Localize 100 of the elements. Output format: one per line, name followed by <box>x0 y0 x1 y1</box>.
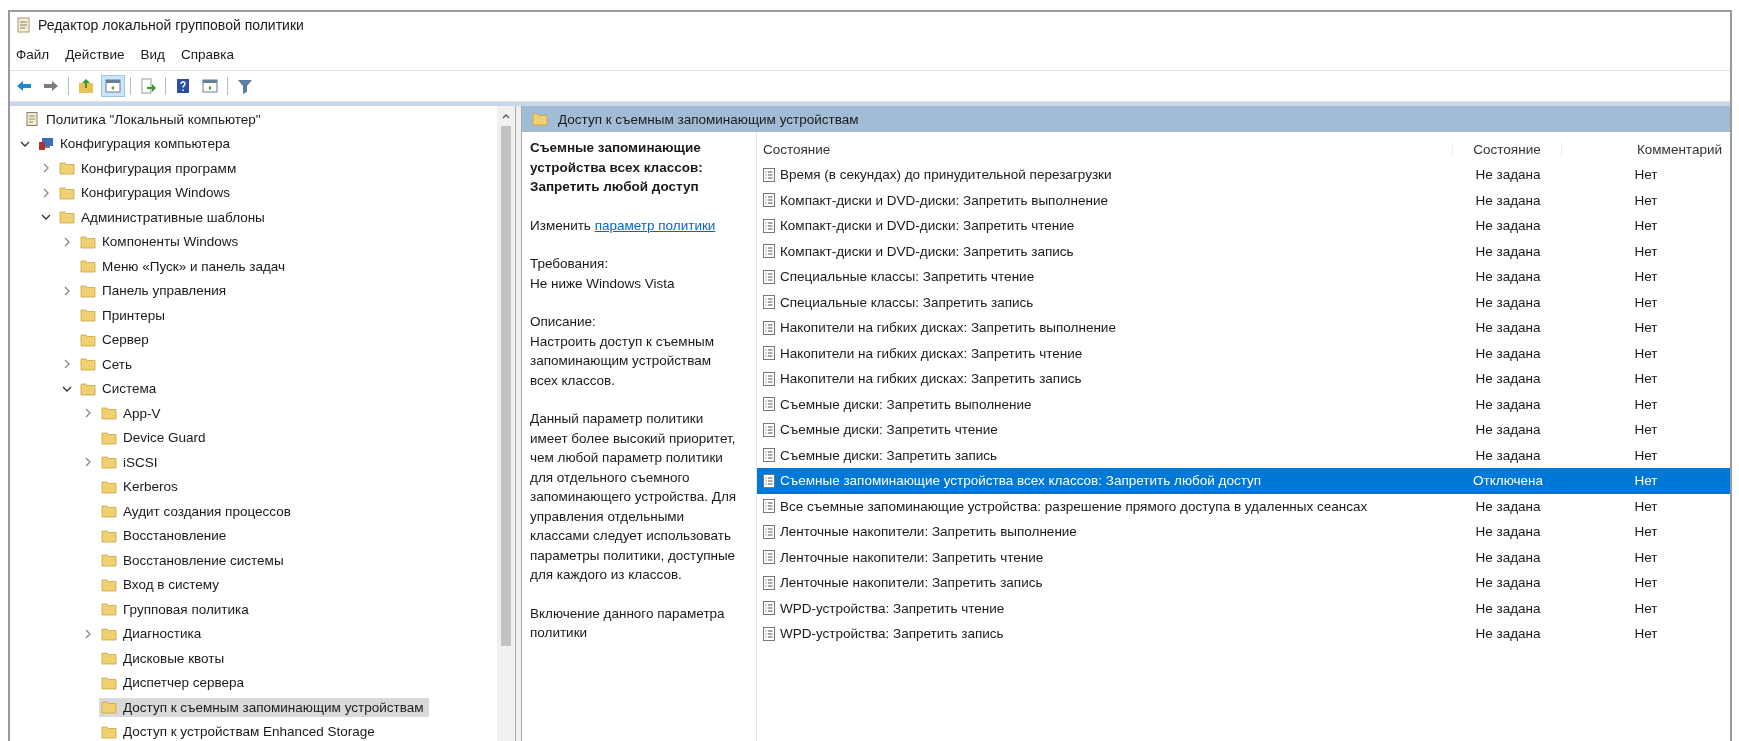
policy-row[interactable]: Специальные классы: Запретить чтение Не задана Нет <box>757 264 1730 290</box>
tree-item[interactable]: Device Guard <box>99 428 212 448</box>
menu-item[interactable]: Действие <box>65 46 125 62</box>
folder-icon <box>80 283 96 298</box>
policy-app-icon <box>16 17 32 33</box>
setting-icon <box>763 346 775 361</box>
tree-item[interactable]: Вход в систему <box>99 575 225 595</box>
policy-state: Не задана <box>1474 294 1542 310</box>
chevron-right-icon[interactable] <box>41 187 51 198</box>
policy-comment: Нет <box>1633 371 1659 387</box>
policy-comment: Нет <box>1633 498 1659 514</box>
tree-item[interactable]: Восстановление системы <box>99 550 290 570</box>
scrollbar-thumb[interactable] <box>501 126 511 646</box>
policy-state: Не задана <box>1474 320 1542 336</box>
chevron-right-icon[interactable] <box>83 457 93 468</box>
scrollbar[interactable] <box>497 106 515 741</box>
tree-item[interactable]: Восстановление <box>99 526 233 546</box>
policy-row[interactable]: Все съемные запоминающие устройства: разрешение прямого доступа в удаленных сеансах Не задана Нет <box>757 493 1730 519</box>
column-header[interactable]: Состояние <box>757 141 1452 157</box>
folder-icon <box>101 430 117 445</box>
policy-row[interactable]: Накопители на гибких дисках: Запретить запись Не задана Нет <box>757 366 1730 392</box>
policy-comment: Нет <box>1633 396 1659 412</box>
tree-item[interactable]: Доступ к съемным запоминающим устройствам <box>99 697 430 717</box>
policy-row[interactable]: Ленточные накопители: Запретить выполнение Не задана Нет <box>757 519 1730 545</box>
policy-row[interactable]: Компакт-диски и DVD-диски: Запретить запись Не задана Нет <box>757 238 1730 264</box>
show-tree-button[interactable] <box>101 75 125 97</box>
policy-row[interactable]: Специальные классы: Запретить запись Не задана Нет <box>757 289 1730 315</box>
tree-item[interactable]: Политика "Локальный компьютер" <box>22 109 267 129</box>
policy-name: Компакт-диски и DVD-диски: Запретить выполнение <box>780 192 1108 208</box>
tree-item[interactable]: Принтеры <box>78 305 171 325</box>
folder-icon <box>80 259 96 274</box>
tree-item[interactable]: Конфигурация Windows <box>57 183 237 203</box>
policy-name: Компакт-диски и DVD-диски: Запретить запись <box>780 243 1074 259</box>
policy-setting-link[interactable]: параметр политики <box>594 217 716 233</box>
folder-icon <box>101 651 117 666</box>
tree-item[interactable]: Конфигурация программ <box>57 158 243 178</box>
tree-item[interactable]: Сеть <box>78 354 139 374</box>
menu-item[interactable]: Файл <box>16 46 50 62</box>
policy-row[interactable]: Съемные диски: Запретить запись Не задана Нет <box>757 442 1730 468</box>
policy-state: Не задана <box>1474 626 1542 642</box>
folder-icon <box>80 357 96 372</box>
policy-state: Не задана <box>1474 549 1542 565</box>
chevron-right-icon[interactable] <box>41 163 51 174</box>
setting-icon <box>763 524 775 539</box>
policy-row[interactable]: Накопители на гибких дисках: Запретить чтение Не задана Нет <box>757 340 1730 366</box>
policy-state: Не задана <box>1474 447 1542 463</box>
policy-name: Время (в секундах) до принудительной перезагрузки <box>780 167 1112 183</box>
tree-item[interactable]: iSCSI <box>99 452 164 472</box>
folder-icon <box>101 577 117 592</box>
chevron-right-icon[interactable] <box>62 285 72 296</box>
policy-row[interactable]: WPD-устройства: Запретить чтение Не задана Нет <box>757 595 1730 621</box>
policy-comment: Нет <box>1633 626 1659 642</box>
policy-row[interactable]: Съемные диски: Запретить чтение Не задана Нет <box>757 417 1730 443</box>
setting-icon <box>763 448 775 463</box>
forward-arrow-icon <box>43 78 59 94</box>
tree-item[interactable]: Аудит создания процессов <box>99 501 297 521</box>
tree-item[interactable]: Групповая политика <box>99 599 255 619</box>
tree-item[interactable]: Меню «Пуск» и панель задач <box>78 256 292 276</box>
column-header[interactable]: Состояние <box>1452 141 1562 157</box>
folder-icon <box>101 675 117 690</box>
policy-row[interactable]: Накопители на гибких дисках: Запретить выполнение Не задана Нет <box>757 315 1730 341</box>
policy-name: Съемные диски: Запретить выполнение <box>780 396 1032 412</box>
menu-item[interactable]: Справка <box>181 46 234 62</box>
tree-item[interactable]: Сервер <box>78 330 155 350</box>
chevron-right-icon[interactable] <box>62 359 72 370</box>
tree-item[interactable]: Компоненты Windows <box>78 232 245 252</box>
policy-comment: Нет <box>1633 422 1659 438</box>
folder-icon <box>101 602 117 617</box>
column-header[interactable]: Комментарий <box>1562 141 1730 157</box>
policy-row[interactable]: Съемные диски: Запретить выполнение Не задана Нет <box>757 391 1730 417</box>
tree-pane-icon <box>105 78 121 94</box>
tree-item[interactable]: Конфигурация компьютера <box>36 134 236 154</box>
chevron-right-icon[interactable] <box>83 628 93 639</box>
tree-item[interactable]: Kerberos <box>99 477 184 497</box>
policy-row[interactable]: Компакт-диски и DVD-диски: Запретить чтение Не задана Нет <box>757 213 1730 239</box>
chevron-right-icon[interactable] <box>83 408 93 419</box>
policy-comment: Нет <box>1633 218 1659 234</box>
tree-item[interactable]: Диагностика <box>99 624 208 644</box>
chevron-right-icon[interactable] <box>62 236 72 247</box>
policy-row[interactable]: Съемные запоминающие устройства всех классов: Запретить любой доступ Отключена Нет <box>757 468 1730 494</box>
tree-item[interactable]: Административные шаблоны <box>57 207 271 227</box>
description-paragraph: Включение данного параметра политики <box>530 604 726 642</box>
tree-item[interactable]: Система <box>78 379 163 399</box>
policy-row[interactable]: Время (в секундах) до принудительной перезагрузки Не задана Нет <box>757 162 1730 188</box>
tree-item[interactable]: Дисковые квоты <box>99 648 231 668</box>
description-paragraph: Данный параметр политики имеет более высокий приоритет, чем любой параметр политики для отдельного съемного запоминающего устройства. Для управления отдельными классами следует использовать параметры политики, доступные для каждого из классов. <box>530 410 738 584</box>
tree-item[interactable]: Диспетчер сервера <box>99 673 251 693</box>
folder-icon <box>101 553 117 568</box>
folder-icon <box>532 112 548 126</box>
setting-icon <box>763 422 775 437</box>
policy-row[interactable]: WPD-устройства: Запретить запись Не задана Нет <box>757 621 1730 647</box>
policy-row[interactable]: Компакт-диски и DVD-диски: Запретить выполнение Не задана Нет <box>757 187 1730 213</box>
policy-row[interactable]: Ленточные накопители: Запретить запись Не задана Нет <box>757 570 1730 596</box>
tree-item[interactable]: Панель управления <box>78 281 233 301</box>
tree-item[interactable]: App-V <box>99 403 167 423</box>
tree-item[interactable]: Доступ к устройствам Enhanced Storage <box>99 722 381 741</box>
menu-item[interactable]: Вид <box>140 46 165 62</box>
folder-icon <box>80 308 96 323</box>
setting-icon <box>763 295 775 310</box>
policy-row[interactable]: Ленточные накопители: Запретить чтение Не задана Нет <box>757 544 1730 570</box>
